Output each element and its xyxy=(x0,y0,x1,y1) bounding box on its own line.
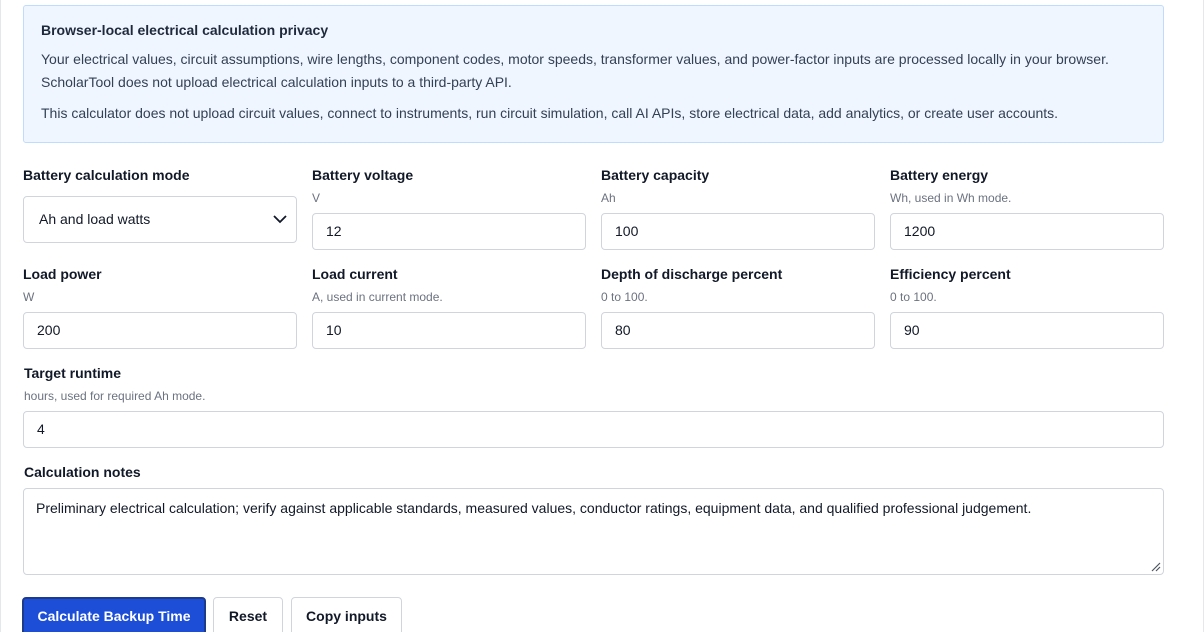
voltage-hint: V xyxy=(312,191,321,205)
energy-hint: Wh, used in Wh mode. xyxy=(890,191,1012,205)
privacy-notice: Browser-local electrical calculation pri… xyxy=(23,5,1164,143)
dod-label: Depth of discharge percent xyxy=(601,266,783,282)
load-power-label: Load power xyxy=(23,266,102,282)
notes-label: Calculation notes xyxy=(24,464,141,480)
load-current-hint: A, used in current mode. xyxy=(312,290,443,304)
capacity-label: Battery capacity xyxy=(601,167,710,183)
dod-input[interactable]: 80 xyxy=(601,312,875,349)
voltage-label: Battery voltage xyxy=(312,167,414,183)
chevron-down-icon xyxy=(273,215,287,224)
voltage-input[interactable]: 12 xyxy=(312,213,586,250)
load-current-input[interactable]: 10 xyxy=(312,312,586,349)
mode-selected-value: Ah and load watts xyxy=(39,211,151,227)
privacy-paragraph-1: Your electrical values, circuit assumpti… xyxy=(41,51,1109,90)
privacy-paragraph-2: This calculator does not upload circuit … xyxy=(41,105,1059,121)
efficiency-label: Efficiency percent xyxy=(890,266,1011,282)
energy-input[interactable]: 1200 xyxy=(890,213,1164,250)
runtime-input[interactable]: 4 xyxy=(23,411,1164,448)
resize-grip-icon[interactable] xyxy=(1149,560,1161,572)
runtime-hint: hours, used for required Ah mode. xyxy=(24,389,206,403)
privacy-title: Browser-local electrical calculation pri… xyxy=(41,22,329,38)
load-current-label: Load current xyxy=(312,266,398,282)
mode-label: Battery calculation mode xyxy=(23,167,190,183)
notes-text: Preliminary electrical calculation; veri… xyxy=(36,500,1032,516)
calculate-backup-time-button[interactable]: Calculate Backup Time xyxy=(22,597,206,632)
load-power-input[interactable]: 200 xyxy=(23,312,297,349)
copy-inputs-button[interactable]: Copy inputs xyxy=(291,597,402,632)
load-power-hint: W xyxy=(23,290,35,304)
capacity-hint: Ah xyxy=(601,191,616,205)
energy-label: Battery energy xyxy=(890,167,989,183)
reset-button[interactable]: Reset xyxy=(213,597,283,632)
efficiency-input[interactable]: 90 xyxy=(890,312,1164,349)
mode-select[interactable]: Ah and load watts xyxy=(23,196,297,243)
efficiency-hint: 0 to 100. xyxy=(890,290,937,304)
calculator-page: Browser-local electrical calculation pri… xyxy=(0,0,1204,632)
notes-textarea[interactable]: Preliminary electrical calculation; veri… xyxy=(23,488,1164,575)
capacity-input[interactable]: 100 xyxy=(601,213,875,250)
runtime-label: Target runtime xyxy=(24,365,121,381)
dod-hint: 0 to 100. xyxy=(601,290,648,304)
